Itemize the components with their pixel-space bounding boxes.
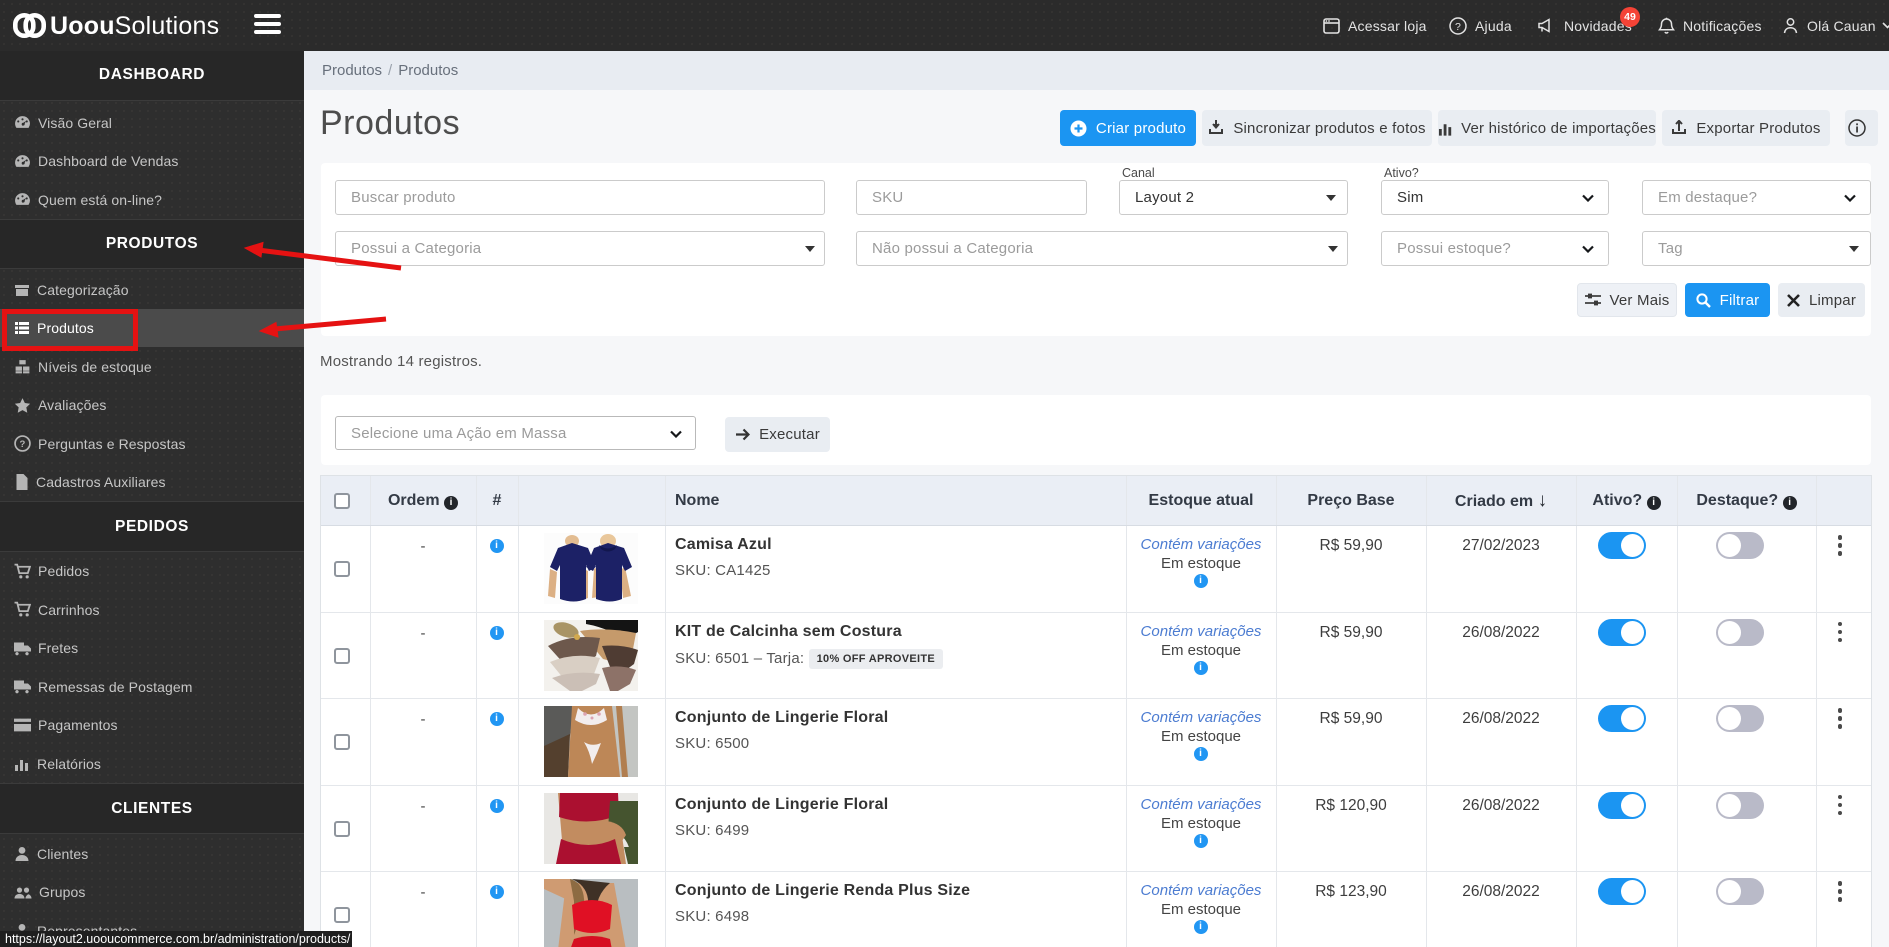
- svg-text:?: ?: [20, 439, 26, 450]
- svg-text:?: ?: [1455, 21, 1461, 33]
